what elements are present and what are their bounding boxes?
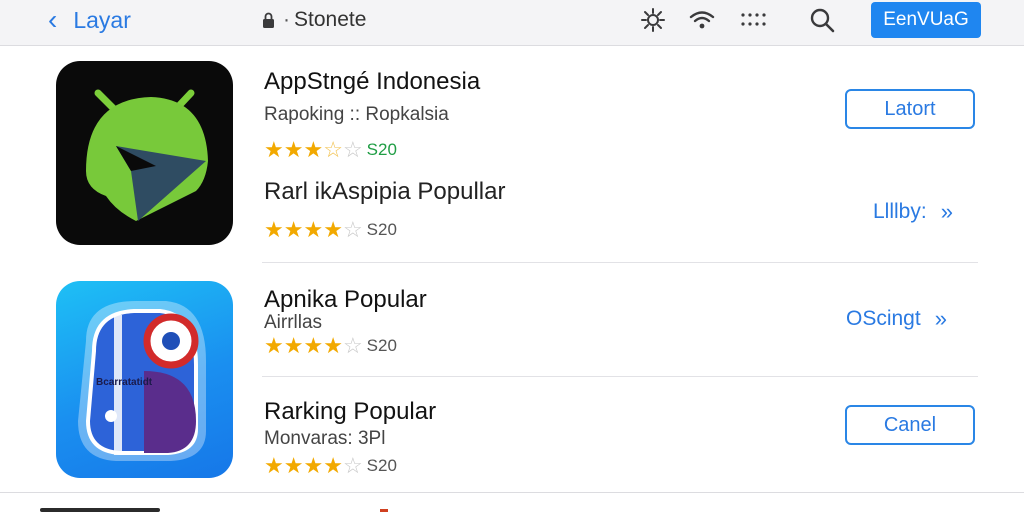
price-label: S20	[366, 456, 397, 475]
price-label: S20	[366, 140, 397, 159]
star-icon: ★	[303, 137, 324, 162]
app-subtitle: Airrllas	[264, 312, 323, 333]
rating-row: ★ ★ ★ ★ ☆ S20	[264, 219, 397, 241]
half-star-icon: ☆	[323, 137, 343, 162]
app-title[interactable]: Rarking Popular	[264, 398, 436, 426]
star-icon: ★	[264, 217, 284, 242]
rating-row: ★ ★ ★ ★ ☆ S20	[264, 335, 397, 357]
star-icon: ★	[323, 333, 343, 358]
bottom-divider	[0, 492, 1024, 493]
chevron-left-icon: ‹	[48, 4, 58, 35]
next-row-peek	[40, 508, 160, 512]
star-icon: ★	[264, 137, 284, 162]
double-chevron-right-icon: »	[940, 199, 953, 224]
settings-icon[interactable]	[639, 6, 667, 34]
rating-row: ★ ★ ★ ☆ ☆ S20	[264, 139, 397, 161]
lock-icon	[263, 12, 274, 28]
star-icon: ★	[283, 217, 304, 242]
star-icon: ★	[283, 333, 304, 358]
wifi-icon[interactable]	[688, 6, 716, 34]
primary-action-button[interactable]: EenVUaG	[871, 2, 981, 38]
price-label: S20	[366, 336, 397, 355]
search-icon[interactable]	[808, 6, 836, 34]
star-icon: ★	[303, 217, 324, 242]
star-icon: ★	[283, 453, 304, 478]
store-title: · Stonete	[262, 6, 366, 34]
star-icon: ★	[264, 333, 284, 358]
price-label: S20	[366, 220, 397, 239]
app-icon-2[interactable]: Bcarratatidt	[56, 281, 233, 478]
star-icon: ★	[264, 453, 284, 478]
app-subtitle: Rapoking :: Ropkalsia	[264, 104, 449, 125]
separator-dot: ·	[283, 8, 290, 31]
app-secondary-title: Rarl ikAspipia Popullar	[264, 178, 506, 205]
more-link-label: OScingt	[846, 307, 921, 330]
cancel-button[interactable]: Canel	[845, 405, 975, 445]
empty-star-icon: ☆	[342, 137, 363, 162]
more-link[interactable]: Llllby: »	[873, 199, 953, 225]
back-button[interactable]: ‹ Layar	[48, 5, 131, 35]
store-label: Stonete	[294, 8, 367, 31]
star-icon: ★	[303, 333, 324, 358]
app-title[interactable]: AppStngé Indonesia	[264, 68, 480, 96]
app-action-button[interactable]: Latort	[845, 89, 975, 129]
empty-star-icon: ☆	[342, 453, 363, 478]
double-chevron-right-icon: »	[934, 306, 947, 331]
star-icon: ★	[283, 137, 304, 162]
rating-row: ★ ★ ★ ★ ☆ S20	[264, 455, 397, 477]
more-link[interactable]: OScingt »	[846, 306, 947, 332]
grid-dots-icon[interactable]	[740, 6, 768, 34]
app-icon-text: Bcarratatidt	[96, 377, 153, 388]
app-icon-1[interactable]	[56, 61, 233, 245]
app-title[interactable]: Apnika Popular	[264, 286, 427, 314]
empty-star-icon: ☆	[342, 333, 363, 358]
top-bar: ‹ Layar · Stonete EenVUaG	[0, 0, 1024, 46]
star-icon: ★	[323, 217, 343, 242]
android-robot-icon	[86, 89, 208, 221]
star-icon: ★	[303, 453, 324, 478]
empty-star-icon: ☆	[342, 217, 363, 242]
row-divider	[262, 376, 978, 377]
back-label: Layar	[73, 6, 131, 33]
star-icon: ★	[323, 453, 343, 478]
row-divider	[262, 262, 978, 263]
app-subtitle: Monvaras: 3Pl	[264, 428, 386, 449]
more-link-label: Llllby:	[873, 200, 927, 223]
